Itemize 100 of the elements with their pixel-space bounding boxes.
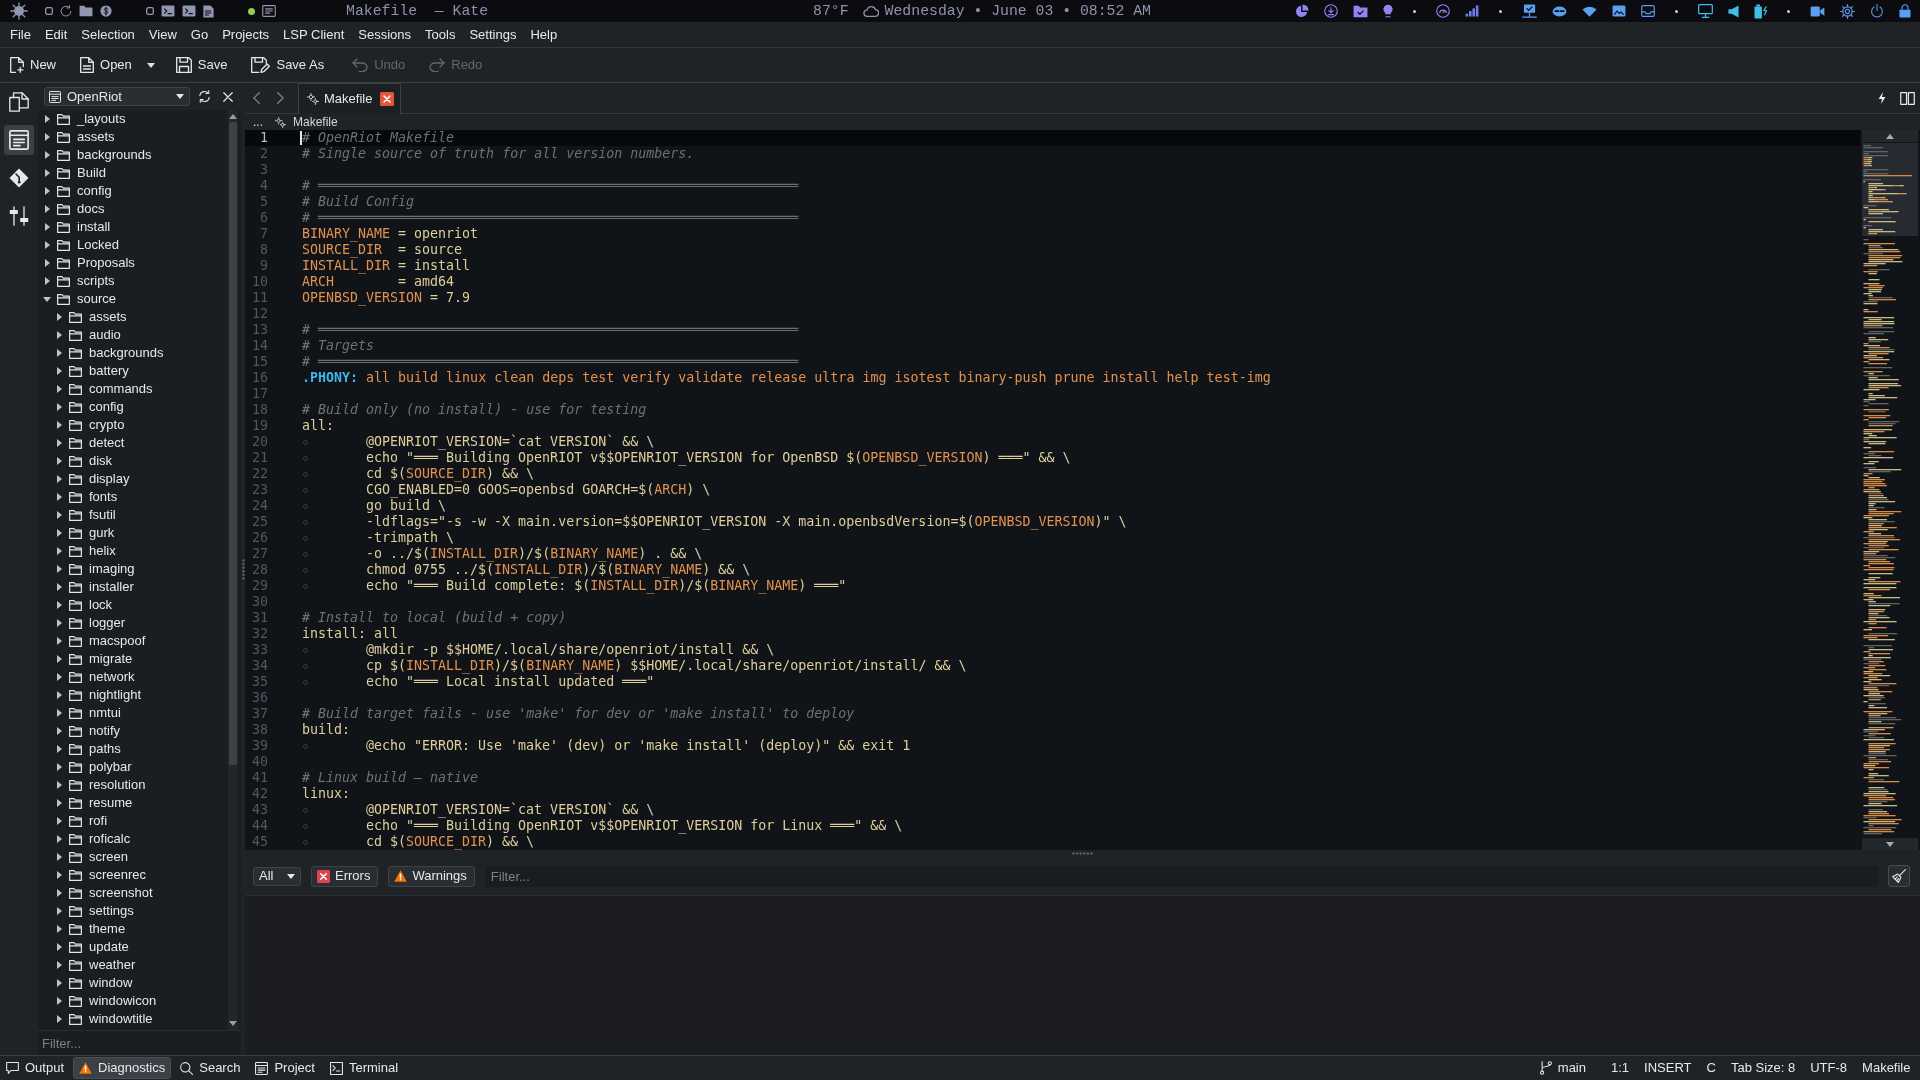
folder-item[interactable]: windowicon xyxy=(38,992,228,1010)
folder-item[interactable]: crypto xyxy=(38,416,228,434)
splitter-handle-icon[interactable] xyxy=(1072,852,1093,855)
caret-right-icon[interactable] xyxy=(56,637,62,645)
splitter-handle-icon[interactable] xyxy=(241,558,245,580)
filter-field[interactable]: Filter... xyxy=(38,1030,241,1055)
caret-right-icon[interactable] xyxy=(56,997,62,1005)
folder-item[interactable]: nightlight xyxy=(38,686,228,704)
folder-item[interactable]: Locked xyxy=(38,236,228,254)
folder-item[interactable]: source xyxy=(38,290,228,308)
menu-item[interactable]: Go xyxy=(183,24,216,45)
caret-right-icon[interactable] xyxy=(56,619,62,627)
folder-item[interactable]: assets xyxy=(38,128,228,146)
dictionary-indicator[interactable]: C xyxy=(1699,1060,1724,1076)
caret-right-icon[interactable] xyxy=(44,169,50,177)
mask-icon[interactable] xyxy=(1552,5,1567,17)
document-icon[interactable] xyxy=(203,4,214,18)
folder-item[interactable]: weather xyxy=(38,956,228,974)
folder-item[interactable]: Build xyxy=(38,164,228,182)
folder-item[interactable]: logger xyxy=(38,614,228,632)
folder-item[interactable]: helix xyxy=(38,542,228,560)
folder-item[interactable]: theme xyxy=(38,920,228,938)
spiky-ball-icon[interactable] xyxy=(10,2,28,20)
folder-item[interactable]: window xyxy=(38,974,228,992)
menu-item[interactable]: Edit xyxy=(37,24,75,45)
folder-item[interactable]: paths xyxy=(38,740,228,758)
editor-tab[interactable]: Makefile xyxy=(298,82,402,114)
breadcrumb-item[interactable]: Makefile xyxy=(293,114,338,130)
caret-right-icon[interactable] xyxy=(56,943,62,951)
branch-button[interactable]: main xyxy=(1532,1060,1594,1076)
folder-item[interactable]: macspoof xyxy=(38,632,228,650)
folder-item[interactable]: config xyxy=(38,398,228,416)
menu-item[interactable]: File xyxy=(3,24,38,45)
caret-right-icon[interactable] xyxy=(44,241,50,249)
menu-item[interactable]: Projects xyxy=(215,24,277,45)
folder-item[interactable]: rofi xyxy=(38,812,228,830)
caret-right-icon[interactable] xyxy=(56,925,62,933)
caret-right-icon[interactable] xyxy=(56,349,62,357)
split-view-icon[interactable] xyxy=(1900,91,1915,105)
folder-check-icon[interactable] xyxy=(1353,4,1368,18)
caret-right-icon[interactable] xyxy=(44,205,50,213)
monitor-icon[interactable] xyxy=(1698,4,1713,18)
caret-right-icon[interactable] xyxy=(56,439,62,447)
folder-item[interactable]: backgrounds xyxy=(38,146,228,164)
folder-item[interactable]: screenshot xyxy=(38,884,228,902)
folder-item[interactable]: update xyxy=(38,938,228,956)
caret-right-icon[interactable] xyxy=(56,529,62,537)
caret-right-icon[interactable] xyxy=(56,727,62,735)
folder-item[interactable]: scripts xyxy=(38,272,228,290)
folder-item[interactable]: disk xyxy=(38,452,228,470)
caret-down-icon[interactable] xyxy=(229,1021,237,1026)
square-icon[interactable] xyxy=(45,7,53,15)
caret-right-icon[interactable] xyxy=(44,187,50,195)
speaker-icon[interactable] xyxy=(1728,4,1739,18)
folder-item[interactable]: resolution xyxy=(38,776,228,794)
panel-tab[interactable]: Terminal xyxy=(323,1057,405,1079)
panel-tab[interactable]: Output xyxy=(0,1057,71,1079)
camera-icon[interactable] xyxy=(1810,5,1825,17)
syntax-mode[interactable]: Makefile xyxy=(1854,1060,1918,1076)
battery-icon[interactable] xyxy=(1754,3,1767,19)
caret-right-icon[interactable] xyxy=(56,385,62,393)
sidebar-tab[interactable] xyxy=(4,125,34,155)
caret-right-icon[interactable] xyxy=(56,475,62,483)
folder-icon[interactable] xyxy=(79,5,93,17)
project-dropdown[interactable]: OpenRiot xyxy=(44,87,190,106)
caret-right-icon[interactable] xyxy=(56,511,62,519)
caret-right-icon[interactable] xyxy=(56,655,62,663)
caret-right-icon[interactable] xyxy=(56,691,62,699)
menu-item[interactable]: Settings xyxy=(462,24,524,45)
lock-icon[interactable] xyxy=(1899,4,1911,18)
caret-right-icon[interactable] xyxy=(56,673,62,681)
menu-item[interactable]: Sessions xyxy=(351,24,419,45)
panel-tab[interactable]: Project xyxy=(249,1057,321,1079)
caret-right-icon[interactable] xyxy=(56,457,62,465)
folder-item[interactable]: fsutil xyxy=(38,506,228,524)
folder-item[interactable]: screenrec xyxy=(38,866,228,884)
terminal-icon[interactable] xyxy=(182,5,196,17)
caret-right-icon[interactable] xyxy=(44,115,50,123)
terminal-icon[interactable] xyxy=(161,5,175,17)
menu-item[interactable]: LSP Client xyxy=(276,24,352,45)
caret-right-icon[interactable] xyxy=(44,151,50,159)
folder-item[interactable]: install xyxy=(38,218,228,236)
panel-tab[interactable]: Diagnostics xyxy=(73,1057,172,1079)
folder-item[interactable]: roficalc xyxy=(38,830,228,848)
folder-item[interactable]: screen xyxy=(38,848,228,866)
breadcrumb-more[interactable]: ... xyxy=(253,114,263,130)
download-icon[interactable] xyxy=(1324,4,1338,18)
folder-item[interactable]: Proposals xyxy=(38,254,228,272)
folder-item[interactable]: notify xyxy=(38,722,228,740)
caret-right-icon[interactable] xyxy=(56,871,62,879)
caret-right-icon[interactable] xyxy=(56,853,62,861)
folder-item[interactable]: installer xyxy=(38,578,228,596)
folder-item[interactable]: nmtui xyxy=(38,704,228,722)
menu-item[interactable]: Help xyxy=(523,24,565,45)
caret-right-icon[interactable] xyxy=(44,133,50,141)
input-mode[interactable]: INSERT xyxy=(1636,1060,1699,1076)
folder-item[interactable]: _layouts xyxy=(38,110,228,128)
folder-item[interactable]: display xyxy=(38,470,228,488)
square-icon[interactable] xyxy=(146,7,154,15)
folder-item[interactable]: polybar xyxy=(38,758,228,776)
